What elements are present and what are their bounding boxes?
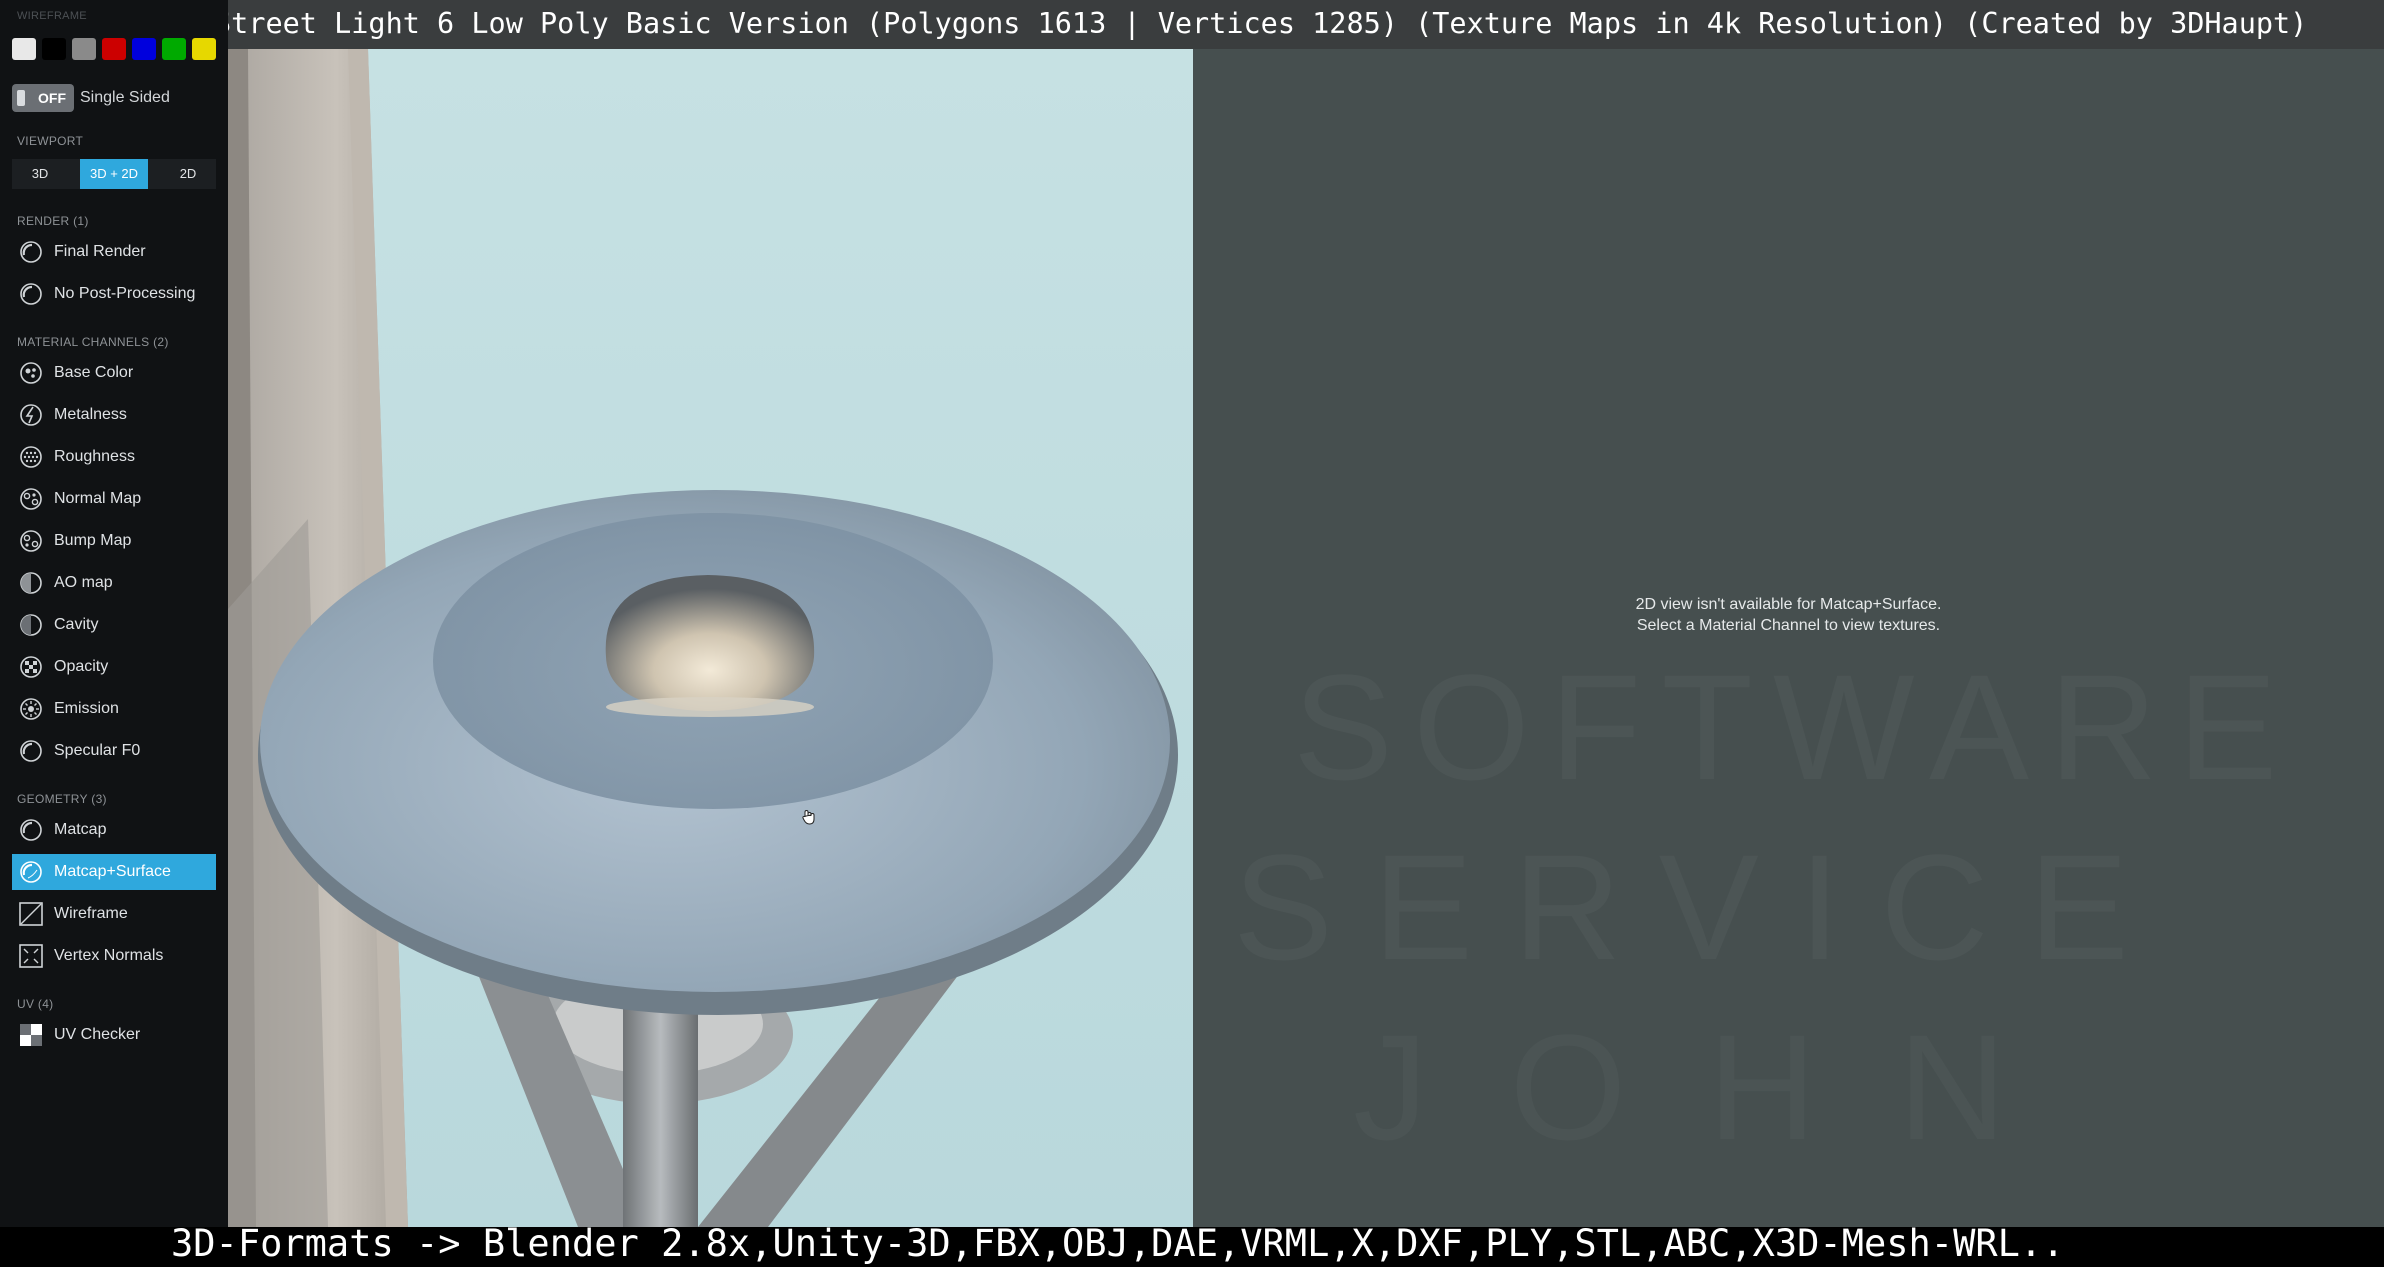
menu-item-label: Vertex Normals bbox=[54, 947, 164, 964]
swatch-gray[interactable] bbox=[72, 38, 96, 60]
uv-checker-icon bbox=[20, 1024, 42, 1046]
geometry-section-label: GEOMETRY (3) bbox=[17, 792, 107, 806]
menu-item-label: Roughness bbox=[54, 448, 135, 465]
specular-icon bbox=[20, 740, 42, 762]
menu-item-label: Specular F0 bbox=[54, 742, 141, 759]
menu-item-final-render[interactable]: Final Render bbox=[12, 234, 216, 270]
menu-item-emission[interactable]: Emission bbox=[12, 691, 216, 727]
menu-item-ao-map[interactable]: AO map bbox=[12, 565, 216, 601]
menu-item-label: Emission bbox=[54, 700, 119, 717]
watermark-word: SERVICE bbox=[1233, 823, 2169, 991]
menu-item-roughness[interactable]: Roughness bbox=[12, 439, 216, 475]
sidebar: WIREFRAME OFF Single Sided VIEWPORT 3D 3… bbox=[0, 0, 228, 1227]
swatch-black[interactable] bbox=[42, 38, 66, 60]
watermark-word: J O H N bbox=[1353, 1003, 2026, 1171]
ao-map-icon bbox=[20, 572, 42, 594]
menu-item-label: Wireframe bbox=[54, 905, 128, 922]
menu-item-label: Matcap bbox=[54, 821, 107, 838]
panel2d-message-line1: 2D view isn't available for Matcap+Surfa… bbox=[1635, 596, 1942, 613]
vertex-normals-icon bbox=[19, 944, 43, 968]
watermark: SOFTWARE SERVICE J O H N bbox=[1233, 643, 2297, 1171]
menu-item-specular-f0[interactable]: Specular F0 bbox=[12, 733, 216, 769]
menu-item-bump-map[interactable]: Bump Map bbox=[12, 523, 216, 559]
menu-item-matcap-surface[interactable]: Matcap+Surface bbox=[12, 854, 216, 890]
swatch-blue[interactable] bbox=[132, 38, 156, 60]
single-sided-label: Single Sided bbox=[80, 89, 170, 106]
menu-item-label: No Post-Processing bbox=[54, 285, 196, 302]
caption-bar: 3D-Formats -> Blender 2.8x,Unity-3D,FBX,… bbox=[0, 1222, 2384, 1265]
swatch-red[interactable] bbox=[102, 38, 126, 60]
palette-icon bbox=[20, 362, 42, 384]
viewport-3d-2d-button[interactable]: 3D + 2D bbox=[80, 159, 148, 189]
matcap-surface-icon bbox=[20, 861, 42, 883]
metalness-icon bbox=[20, 404, 42, 426]
hand-cursor-icon bbox=[802, 809, 815, 825]
toggle-knob bbox=[17, 90, 25, 106]
formats-caption: 3D-Formats -> Blender 2.8x,Unity-3D,FBX,… bbox=[171, 1222, 2065, 1265]
menu-item-normal-map[interactable]: Normal Map bbox=[12, 481, 216, 517]
material-channels-section-label: MATERIAL CHANNELS (2) bbox=[17, 335, 169, 349]
viewport-selector: 3D 3D + 2D 2D bbox=[12, 159, 216, 189]
render-section-label: RENDER (1) bbox=[17, 214, 89, 228]
model-title: Street Light 6 Low Poly Basic Version (P… bbox=[214, 7, 2308, 40]
normal-map-icon bbox=[20, 488, 42, 510]
sphere-icon bbox=[20, 241, 42, 263]
menu-item-label: Bump Map bbox=[54, 532, 132, 549]
menu-item-matcap[interactable]: Matcap bbox=[12, 812, 216, 848]
viewport-2d-button[interactable]: 2D bbox=[160, 159, 216, 189]
menu-item-cavity[interactable]: Cavity bbox=[12, 607, 216, 643]
emission-icon bbox=[20, 698, 42, 720]
street-light-render bbox=[228, 49, 1178, 1227]
menu-item-uv-checker[interactable]: UV Checker bbox=[12, 1017, 216, 1053]
title-bar: Street Light 6 Low Poly Basic Version (P… bbox=[0, 0, 2384, 49]
opacity-icon bbox=[20, 656, 42, 678]
menu-item-label: Cavity bbox=[54, 616, 99, 633]
menu-item-opacity[interactable]: Opacity bbox=[12, 649, 216, 685]
wireframe-icon bbox=[19, 902, 43, 926]
menu-item-label: Normal Map bbox=[54, 490, 142, 507]
sphere-icon bbox=[20, 283, 42, 305]
menu-item-base-color[interactable]: Base Color bbox=[12, 355, 216, 391]
menu-item-label: Matcap+Surface bbox=[54, 863, 171, 880]
menu-item-wireframe[interactable]: Wireframe bbox=[12, 896, 216, 932]
toggle-state: OFF bbox=[38, 90, 66, 106]
menu-item-label: AO map bbox=[54, 574, 113, 591]
menu-item-vertex-normals[interactable]: Vertex Normals bbox=[12, 938, 216, 974]
panel2d-message-line2: Select a Material Channel to view textur… bbox=[1636, 617, 1941, 634]
panel2d-message: 2D view isn't available for Matcap+Surfa… bbox=[1193, 594, 2384, 636]
cavity-icon bbox=[20, 614, 42, 636]
menu-item-label: Final Render bbox=[54, 243, 146, 260]
roughness-icon bbox=[20, 446, 42, 468]
watermark-word: SOFTWARE bbox=[1293, 643, 2297, 811]
menu-item-metalness[interactable]: Metalness bbox=[12, 397, 216, 433]
menu-item-label: UV Checker bbox=[54, 1026, 141, 1043]
menu-item-label: Base Color bbox=[54, 364, 134, 381]
viewport-2d-panel[interactable]: SOFTWARE SERVICE J O H N 2D view isn't a… bbox=[1193, 49, 2384, 1227]
menu-item-label: Opacity bbox=[54, 658, 109, 675]
viewport-section-label: VIEWPORT bbox=[17, 134, 84, 148]
swatch-yellow[interactable] bbox=[192, 38, 216, 60]
swatch-green[interactable] bbox=[162, 38, 186, 60]
menu-item-no-post-processing[interactable]: No Post-Processing bbox=[12, 276, 216, 312]
swatch-white[interactable] bbox=[12, 38, 36, 60]
wireframe-section-label: WIREFRAME bbox=[17, 10, 87, 22]
bump-map-icon bbox=[20, 530, 42, 552]
menu-item-label: Metalness bbox=[54, 406, 127, 423]
matcap-icon bbox=[20, 819, 42, 841]
single-sided-toggle[interactable]: OFF bbox=[12, 84, 74, 112]
viewport-3d[interactable] bbox=[228, 49, 1193, 1227]
viewport-3d-button[interactable]: 3D bbox=[12, 159, 68, 189]
uv-section-label: UV (4) bbox=[17, 997, 54, 1011]
